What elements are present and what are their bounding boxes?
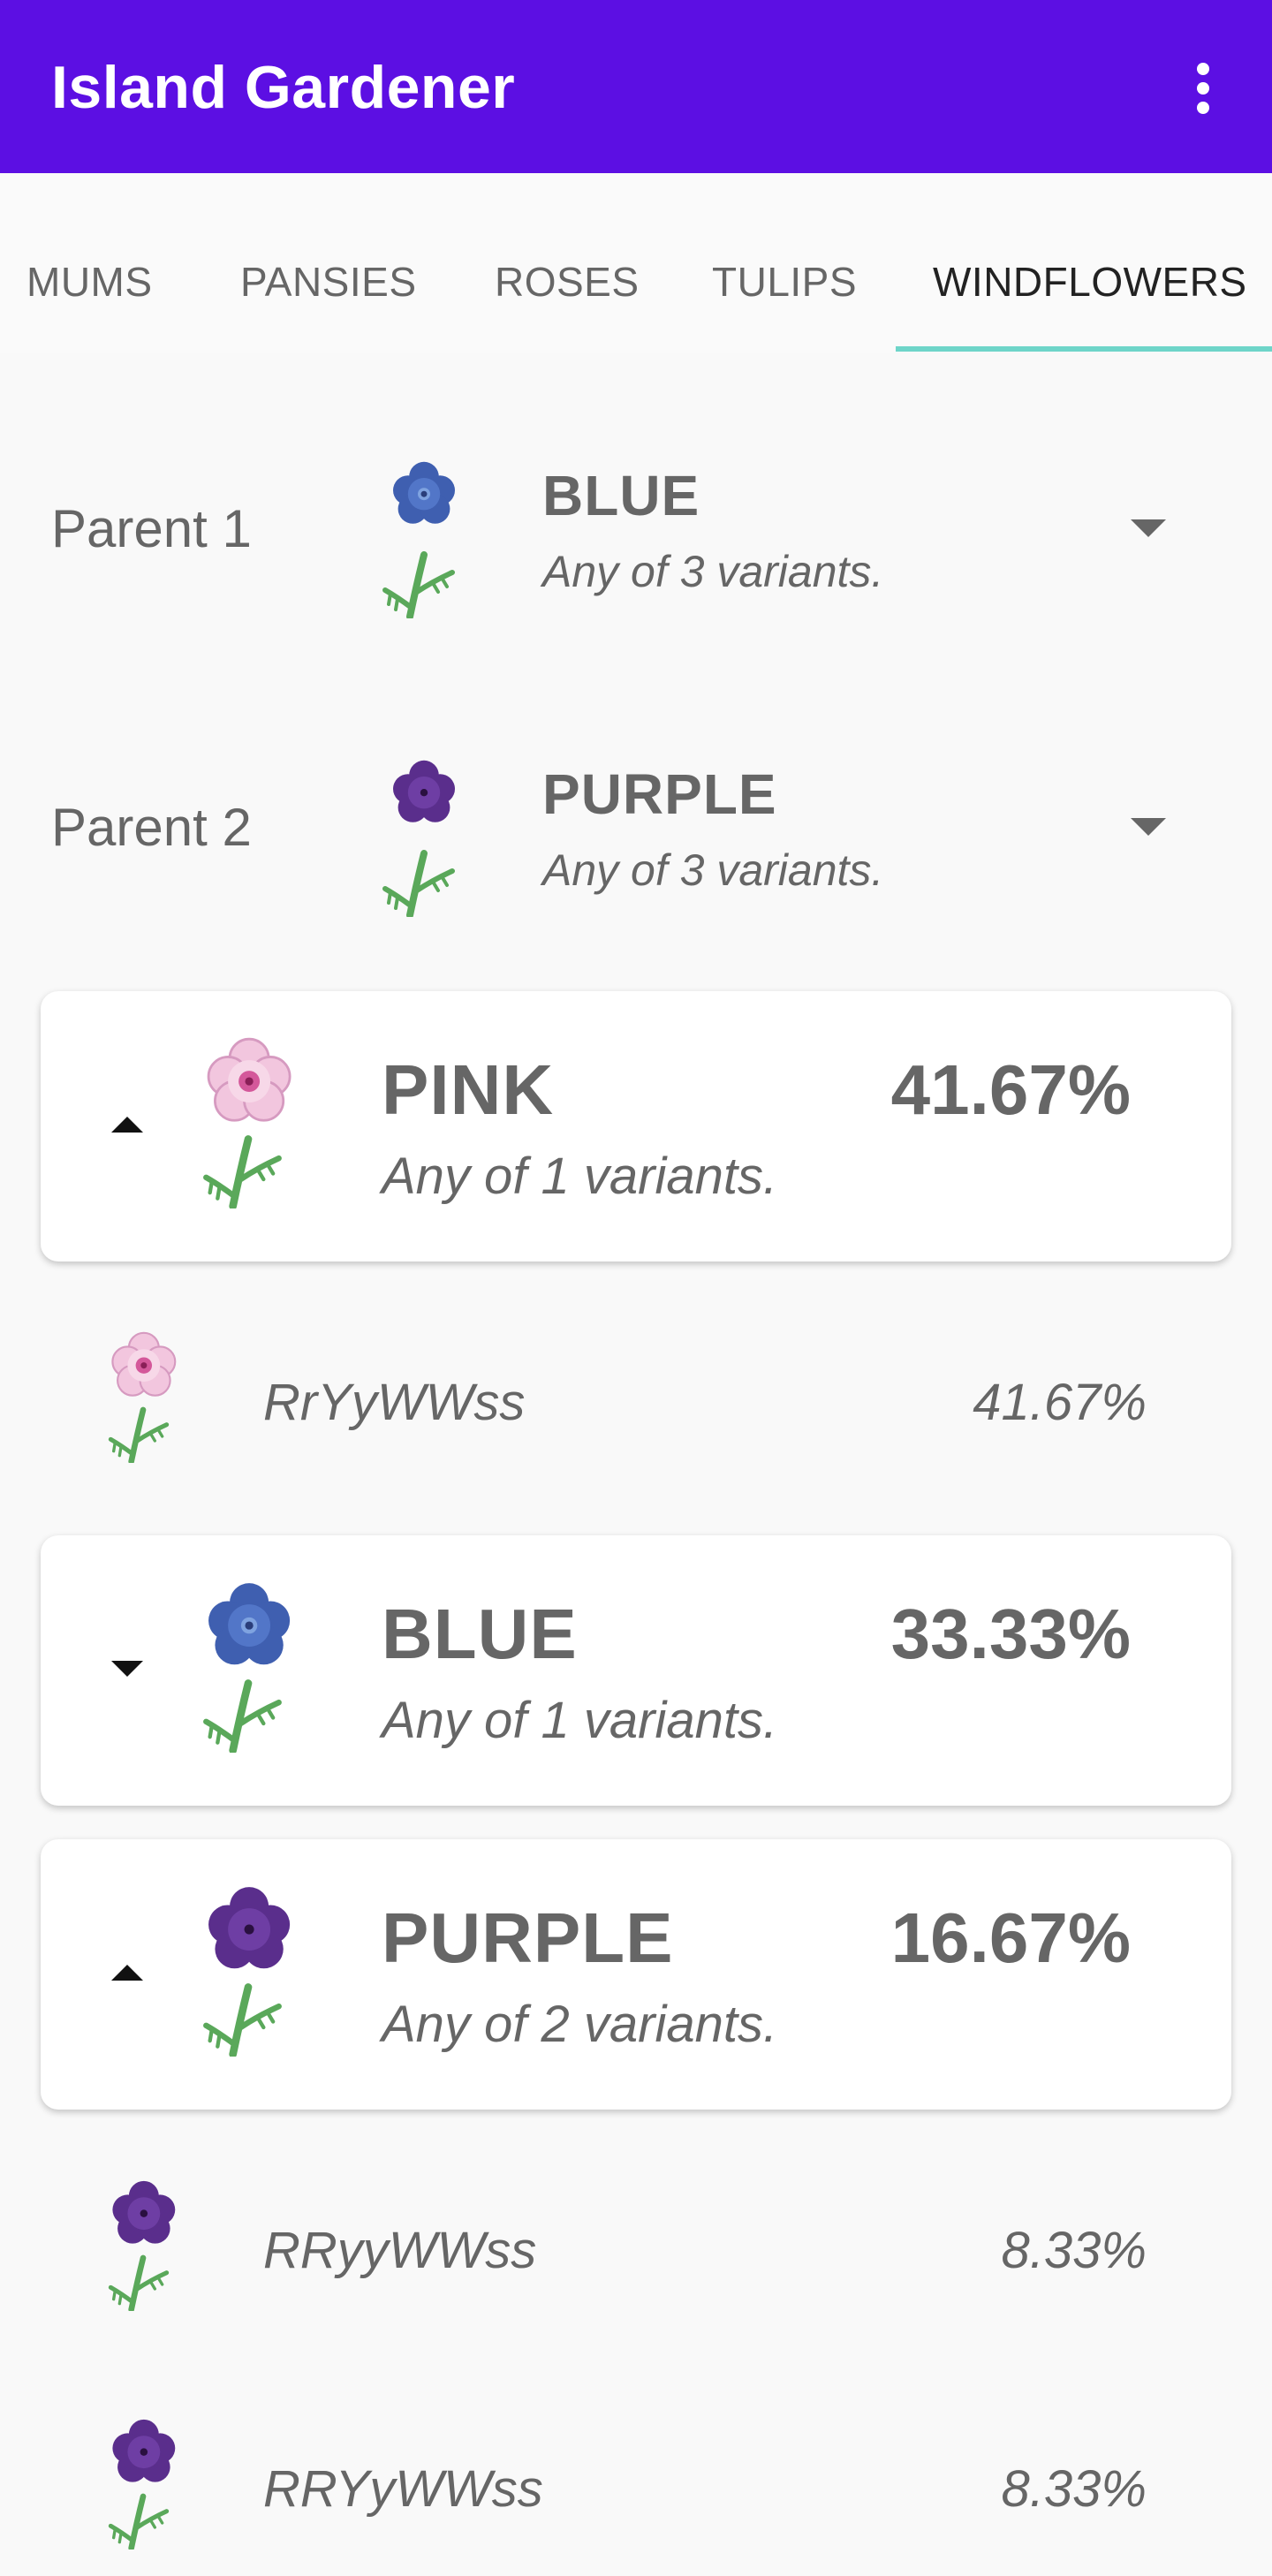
result-percent: 41.67% [890, 1050, 1131, 1129]
parent-label: Parent 2 [51, 798, 252, 857]
app-bar: Island Gardener [0, 0, 1272, 173]
result-color: PURPLE [382, 1898, 674, 1977]
collapse-arrow-icon[interactable] [111, 1117, 143, 1133]
result-card-blue[interactable]: BLUE Any of 1 variants. 33.33% [41, 1535, 1231, 1806]
variant-percent: 8.33% [1001, 2460, 1147, 2518]
variant-genotype: RRYyWWss [263, 2460, 543, 2518]
variant-genotype: RrYyWWss [263, 1374, 526, 1431]
blue-windflower-icon [371, 461, 477, 618]
tab-roses[interactable]: ROSES [495, 258, 640, 306]
parent-subtitle: Any of 3 variants. [542, 547, 884, 596]
tab-windflowers[interactable]: WINDFLOWERS [933, 258, 1247, 306]
expand-arrow-icon[interactable] [111, 1661, 143, 1677]
variant-row: RRyyWWss 8.33% [0, 2161, 1272, 2337]
tab-pansies[interactable]: PANSIES [240, 258, 417, 306]
variant-percent: 8.33% [1001, 2222, 1147, 2279]
result-percent: 16.67% [890, 1898, 1131, 1977]
parent-2-selector[interactable]: Parent 2 PURPLE Any of 3 variants. [0, 740, 1272, 917]
result-color: BLUE [382, 1595, 578, 1673]
parent-color: BLUE [542, 464, 700, 527]
tab-mums[interactable]: MUMS [26, 258, 153, 306]
result-percent: 33.33% [890, 1595, 1131, 1673]
purple-windflower-icon [99, 2180, 176, 2311]
result-card-pink[interactable]: PINK Any of 1 variants. 41.67% [41, 991, 1231, 1261]
result-subtitle: Any of 2 variants. [382, 1996, 778, 2053]
more-vert-icon[interactable] [1177, 53, 1230, 124]
parent-1-selector[interactable]: Parent 1 BLUE Any of 3 variants. [0, 442, 1272, 618]
purple-windflower-icon [99, 2419, 176, 2549]
tab-tulips[interactable]: TULIPS [712, 258, 857, 306]
dropdown-arrow-icon[interactable] [1131, 818, 1166, 836]
app-title: Island Gardener [51, 54, 516, 121]
result-card-purple[interactable]: PURPLE Any of 2 variants. 16.67% [41, 1839, 1231, 2110]
collapse-arrow-icon[interactable] [111, 1965, 143, 1981]
dropdown-arrow-icon[interactable] [1131, 519, 1166, 537]
pink-windflower-icon [191, 1037, 292, 1208]
result-subtitle: Any of 1 variants. [382, 1148, 778, 1205]
parent-color: PURPLE [542, 762, 777, 826]
variant-genotype: RRyyWWss [263, 2222, 537, 2279]
result-color: PINK [382, 1050, 555, 1129]
result-subtitle: Any of 1 variants. [382, 1692, 778, 1749]
variant-row: RRYyWWss 8.33% [0, 2399, 1272, 2576]
tab-bar: MUMS PANSIES ROSES TULIPS WINDFLOWERS [0, 173, 1272, 353]
purple-windflower-icon [371, 760, 477, 917]
variant-row: RrYyWWss 41.67% [0, 1313, 1272, 1489]
parent-label: Parent 1 [51, 499, 252, 558]
active-tab-indicator [896, 346, 1272, 352]
parent-subtitle: Any of 3 variants. [542, 845, 884, 895]
variant-percent: 41.67% [973, 1374, 1147, 1431]
purple-windflower-icon [191, 1887, 291, 2057]
blue-windflower-icon [191, 1583, 291, 1753]
pink-windflower-icon [99, 1331, 177, 1463]
